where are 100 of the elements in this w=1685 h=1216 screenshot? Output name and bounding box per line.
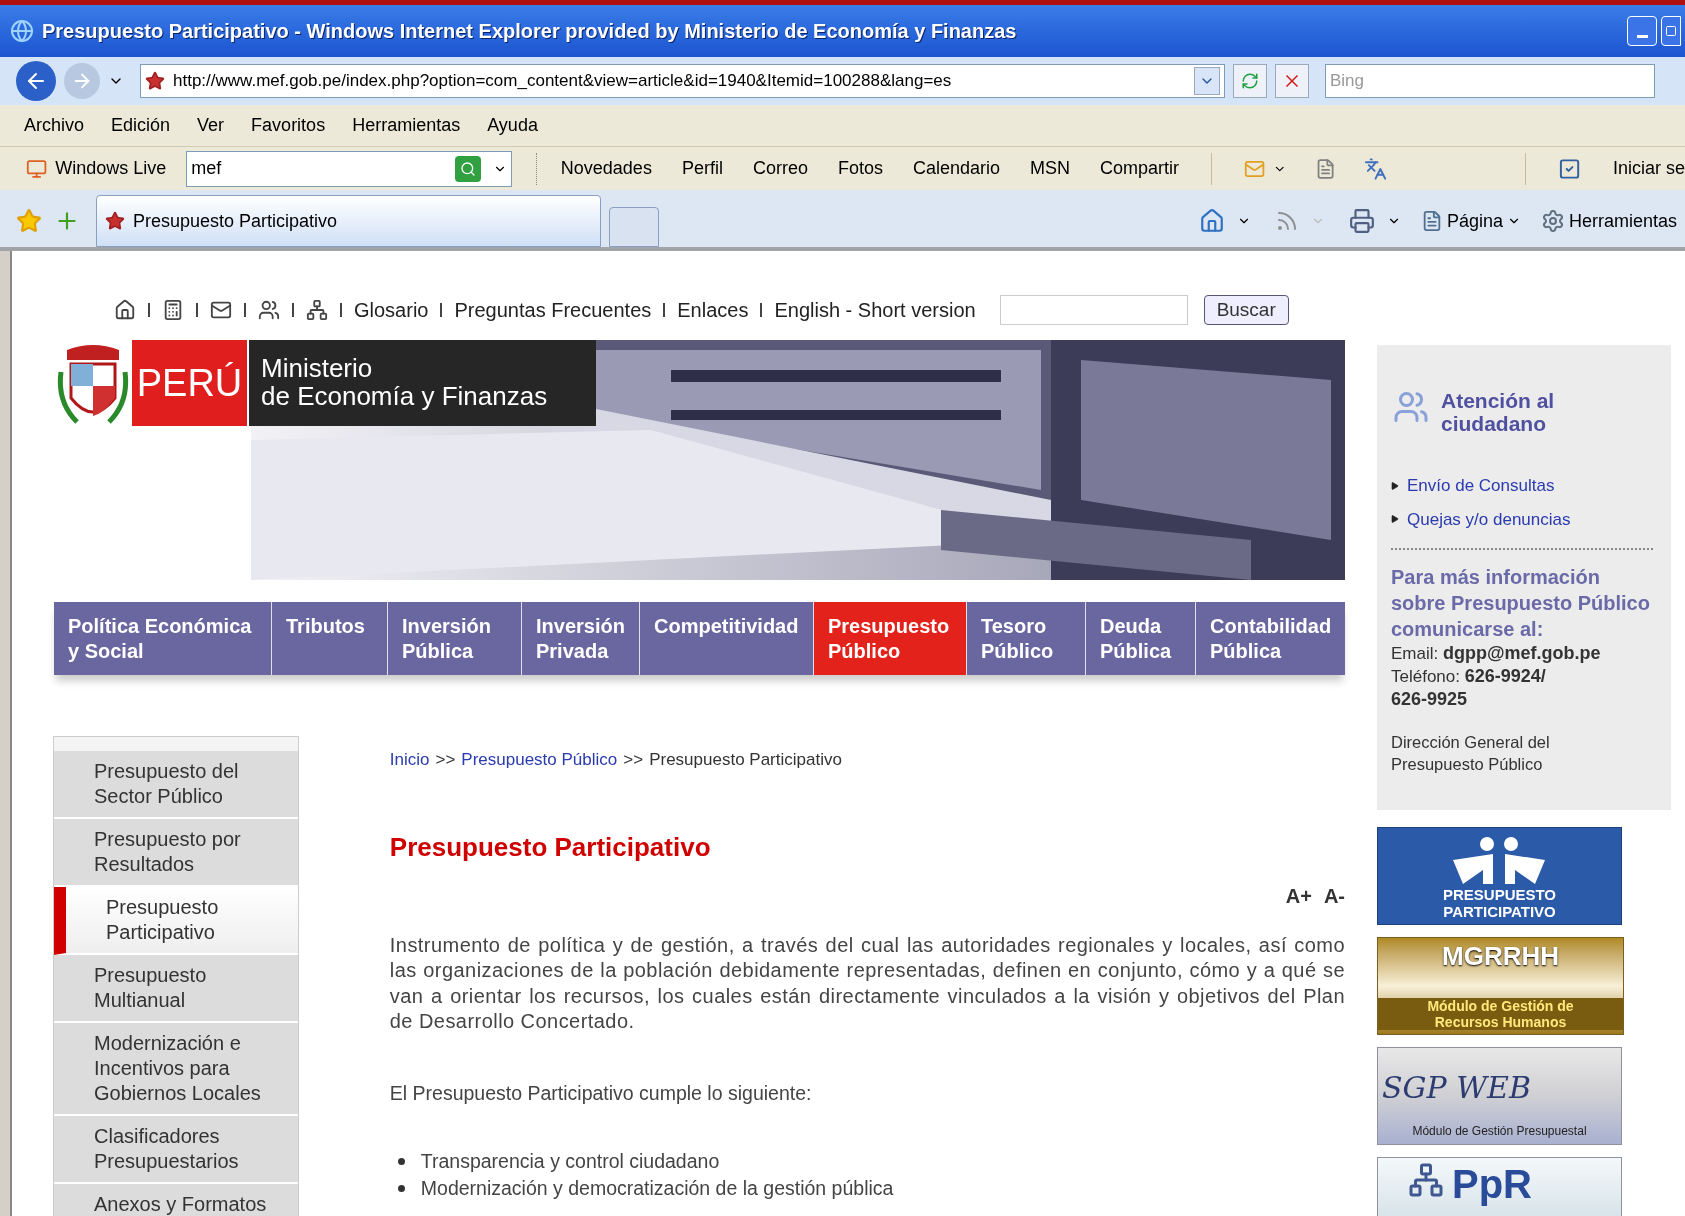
menu-item[interactable]: Ayuda (487, 112, 538, 139)
bullet-text: Transparencia y control ciudadano (420, 1148, 720, 1174)
breadcrumb-separator: >> (623, 749, 644, 771)
font-size-button[interactable]: A- (1323, 880, 1345, 911)
search-field[interactable]: Bing (1325, 64, 1655, 98)
back-button[interactable] (16, 61, 56, 101)
sidebar-item[interactable]: Presupuesto Multianual (54, 955, 298, 1023)
nav-tab[interactable]: Competitividad (639, 602, 813, 675)
search-button[interactable]: Buscar (1203, 295, 1289, 325)
site-search-field[interactable] (999, 295, 1188, 325)
breadcrumb-link[interactable]: Inicio (389, 747, 430, 773)
toolbar-link[interactable]: Correo (752, 155, 808, 182)
translate-icon[interactable] (1363, 156, 1387, 181)
sitemap-icon[interactable] (306, 299, 328, 321)
toolbar-link[interactable]: Fotos (837, 155, 883, 182)
contact-footer: Dirección General del Presupuesto Público (1391, 731, 1653, 775)
contact-email: Email: dgpp@mef.gob.pe (1391, 642, 1602, 665)
banner-title: SGP WEB (1382, 1069, 1533, 1107)
checkbox-icon[interactable] (1557, 156, 1581, 181)
sidebar-item[interactable]: Presupuesto del Sector Público (54, 751, 298, 819)
menu-item[interactable]: Archivo (24, 112, 85, 139)
contact-link[interactable]: Envío de Consultas (1407, 473, 1555, 499)
banner-title: MGRRHH (1442, 942, 1559, 970)
settings-icon (1540, 209, 1565, 233)
banner-text: Módulo de Gestión Presupuestal (1411, 1123, 1588, 1140)
paragraph: El Presupuesto Participativo cumple lo siguiente: (389, 1080, 813, 1106)
banner[interactable]: MGRRHH Módulo de Gestión de Recursos Humanos (1377, 937, 1624, 1035)
top-link[interactable]: Enlaces (677, 295, 749, 325)
address-field[interactable]: http://www.mef.gob.pe/index.php?option=com_content&view=article&id=1940&Itemid=100288&lang=es (140, 64, 1225, 98)
refresh-icon (1241, 72, 1259, 90)
sign-in-link[interactable]: Iniciar se (1613, 155, 1685, 182)
contact-phone: Teléfono: 626-9924/ 626-9925 (1391, 665, 1547, 711)
toolbar-brand[interactable]: Windows Live (55, 155, 167, 182)
browser-tab[interactable]: Presupuesto Participativo (96, 195, 601, 247)
toolbar-search-field[interactable]: mef (186, 150, 512, 187)
breadcrumb-link[interactable]: Presupuesto Público (461, 747, 618, 773)
people-icon[interactable] (258, 299, 280, 321)
sidebar-item[interactable]: Presupuesto por Resultados (54, 819, 298, 887)
banner-text: Módulo de Gestión de Recursos Humanos (1378, 998, 1623, 1030)
menu-item[interactable]: Favoritos (251, 112, 326, 139)
search-icon (459, 160, 476, 177)
top-link[interactable]: Preguntas Frecuentes (454, 295, 652, 325)
arrow-icon (1391, 515, 1399, 524)
banner-text: PRESUPUESTO PARTICIPATIVO (1442, 886, 1557, 920)
page-menu[interactable]: Página (1420, 207, 1521, 235)
nav-tab[interactable]: Deuda Pública (1085, 602, 1195, 675)
toolbar-link[interactable]: Calendario (912, 155, 1001, 182)
contact-link[interactable]: Quejas y/o denuncias (1407, 506, 1571, 532)
sidebar-item[interactable]: Clasificadores Presupuestarios (54, 1116, 298, 1184)
font-size-button[interactable]: A+ (1285, 880, 1312, 911)
sidebar-item[interactable]: Modernización e Incentivos para Gobiernos Locales (54, 1023, 298, 1116)
toolbar-link[interactable]: Novedades (560, 155, 652, 182)
site-icon (105, 211, 125, 231)
stop-button[interactable] (1275, 64, 1309, 98)
nav-tab[interactable]: Contabilidad Pública (1195, 602, 1345, 675)
tools-menu[interactable]: Herramientas (1540, 207, 1677, 235)
sidebar-item[interactable]: Presupuesto Participativo (54, 887, 298, 955)
sidebar-item[interactable]: Anexos y Formatos (54, 1184, 298, 1216)
people-icon (1393, 389, 1429, 425)
toolbar-link[interactable]: MSN (1030, 155, 1071, 182)
maximize-icon (1665, 25, 1677, 37)
page-title: Presupuesto Participativo (389, 830, 712, 864)
print-icon[interactable] (1348, 208, 1375, 234)
menu-item[interactable]: Ver (197, 112, 225, 139)
maximize-button[interactable] (1661, 16, 1681, 46)
nav-tab[interactable]: Inversión Privada (521, 602, 639, 675)
window-title: Presupuesto Participativo - Windows Internet Explorer provided by Ministerio de Economía y Finanzas (42, 19, 1017, 44)
refresh-button[interactable] (1233, 64, 1267, 98)
top-link[interactable]: English - Short version (774, 295, 976, 325)
nav-tab[interactable]: Presupuesto Público (813, 602, 966, 675)
ministry-label: Ministerio de Economía y Finanzas (247, 340, 596, 426)
menu-item[interactable]: Edición (111, 112, 171, 139)
contact-title: Atención al ciudadano (1441, 389, 1555, 435)
banner-title: PpR (1452, 1162, 1532, 1206)
home-icon[interactable] (114, 299, 136, 321)
toolbar-link[interactable]: Perfil (681, 155, 723, 182)
banner[interactable]: PRESUPUESTO PARTICIPATIVO (1377, 827, 1622, 925)
breadcrumb-current: Presupuesto Participativo (649, 749, 842, 771)
banner[interactable]: SGP WEB Módulo de Gestión Presupuestal (1377, 1047, 1622, 1145)
nav-tab[interactable]: Tesoro Público (966, 602, 1085, 675)
paragraph: Instrumento de política y de gestión, a través del cual las autoridades regionales y locales, así como las organizaciones de la población debidamente representadas, definen en conjunto, cómo y a qué se van a orientar los recursos, los cuales están directamente vinculados a la visión y objetivos del Plan de Desarrollo Concertado. (389, 932, 1345, 1034)
minimize-icon (1636, 34, 1648, 38)
top-link[interactable]: Glosario (354, 295, 429, 325)
nav-tab[interactable]: Política Económica y Social (54, 602, 271, 675)
bullet-icon (397, 1184, 405, 1192)
bullet-text: Modernización y democratización de la gestión pública (420, 1175, 894, 1201)
country-label: PERÚ (132, 340, 247, 426)
contact-info: Para más información sobre Presupuesto Público comunicarse al: (1391, 565, 1651, 642)
nav-tab[interactable]: Tributos (271, 602, 387, 675)
minimize-button[interactable] (1627, 16, 1657, 46)
site-icon (145, 71, 165, 91)
menu-item[interactable]: Herramientas (352, 112, 461, 139)
breadcrumb-separator: >> (435, 749, 456, 771)
browser-icon (10, 19, 34, 43)
mail-icon[interactable] (210, 299, 232, 321)
nav-tab[interactable]: Inversión Pública (387, 602, 521, 675)
toolbar-link[interactable]: Compartir (1100, 155, 1180, 182)
bullet-icon (397, 1157, 405, 1165)
search-button[interactable] (454, 155, 481, 182)
banner[interactable]: PpR (1377, 1157, 1622, 1216)
